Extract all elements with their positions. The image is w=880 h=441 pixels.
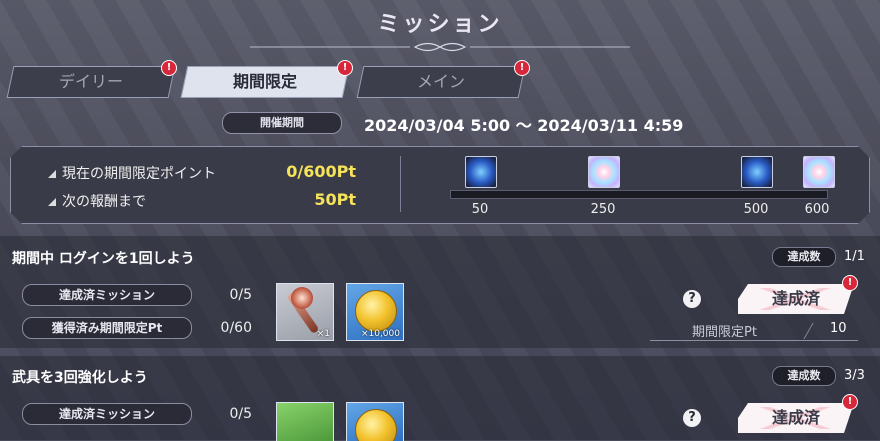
reward-item-coin[interactable] — [346, 402, 404, 441]
milestone-value: 250 — [590, 202, 616, 217]
gold-coin-icon — [355, 409, 397, 441]
tally-value: 1/1 — [844, 249, 865, 264]
completed-button[interactable]: 達成済 — [738, 284, 854, 314]
triangle-icon — [48, 170, 56, 178]
reward-item-staff[interactable]: ×1 — [276, 283, 334, 341]
triangle-icon — [48, 198, 56, 206]
next-reward-label: 次の報酬まで — [48, 191, 146, 211]
blue-orb-icon[interactable] — [465, 156, 497, 188]
completed-alert-badge: ! — [842, 394, 858, 410]
mission-title: 期間中 ログインを1回しよう — [12, 251, 195, 267]
completed-missions-label: 達成済ミッション — [22, 403, 192, 425]
current-points-label: 現在の期間限定ポイント — [48, 163, 216, 183]
tally-label: 達成数 — [772, 366, 836, 386]
page-title: ミッション — [377, 12, 503, 37]
staff-head — [291, 287, 313, 309]
milestone-value: 600 — [804, 202, 830, 217]
tally-label: 達成数 — [772, 247, 836, 267]
period-range: 2024/03/04 5:00 〜 2024/03/11 4:59 — [364, 116, 684, 135]
reward-item-coin[interactable]: ×10,000 — [346, 283, 404, 341]
help-icon[interactable]: ? — [683, 290, 701, 308]
blue-orb-icon[interactable] — [741, 156, 773, 188]
completed-missions-label: 達成済ミッション — [22, 284, 192, 306]
tab-daily-alert-badge: ! — [161, 60, 177, 76]
milestone-value: 50 — [471, 202, 489, 217]
period-label: 開催期間 — [222, 112, 342, 134]
completed-missions-value: 0/5 — [229, 287, 252, 303]
panel-divider — [400, 156, 401, 212]
completed-alert-badge: ! — [842, 275, 858, 291]
rainbow-orb-icon[interactable] — [803, 156, 835, 188]
reward-underline — [650, 340, 858, 341]
completed-button[interactable]: 達成済 — [738, 403, 854, 433]
tab-main-alert-badge: ! — [514, 60, 530, 76]
points-progress-bar — [450, 190, 828, 199]
reward-item[interactable] — [276, 402, 334, 441]
tab-limited-alert-badge: ! — [337, 60, 353, 76]
milestone-value: 500 — [743, 202, 769, 217]
next-reward-value: 50Pt — [314, 190, 356, 209]
reward-quantity: ×1 — [316, 329, 330, 339]
title-ornament — [250, 42, 630, 52]
current-points-value: 0/600Pt — [286, 162, 356, 181]
tab-main[interactable]: メイン — [356, 66, 526, 98]
gold-coin-icon — [355, 290, 397, 332]
tab-limited[interactable]: 期間限定 — [180, 66, 350, 98]
tab-daily[interactable]: デイリー — [6, 66, 176, 98]
earned-points-value: 0/60 — [220, 320, 252, 336]
help-icon[interactable]: ? — [683, 409, 701, 427]
reward-points-value: 10 — [830, 321, 847, 336]
tally-value: 3/3 — [844, 368, 865, 383]
reward-points-label: 期間限定Pt — [692, 325, 757, 340]
rainbow-orb-icon[interactable] — [588, 156, 620, 188]
mission-title: 武具を3回強化しよう — [12, 370, 148, 386]
reward-quantity: ×10,000 — [360, 329, 400, 339]
earned-points-label: 獲得済み期間限定Pt — [22, 317, 192, 339]
completed-missions-value: 0/5 — [229, 406, 252, 422]
